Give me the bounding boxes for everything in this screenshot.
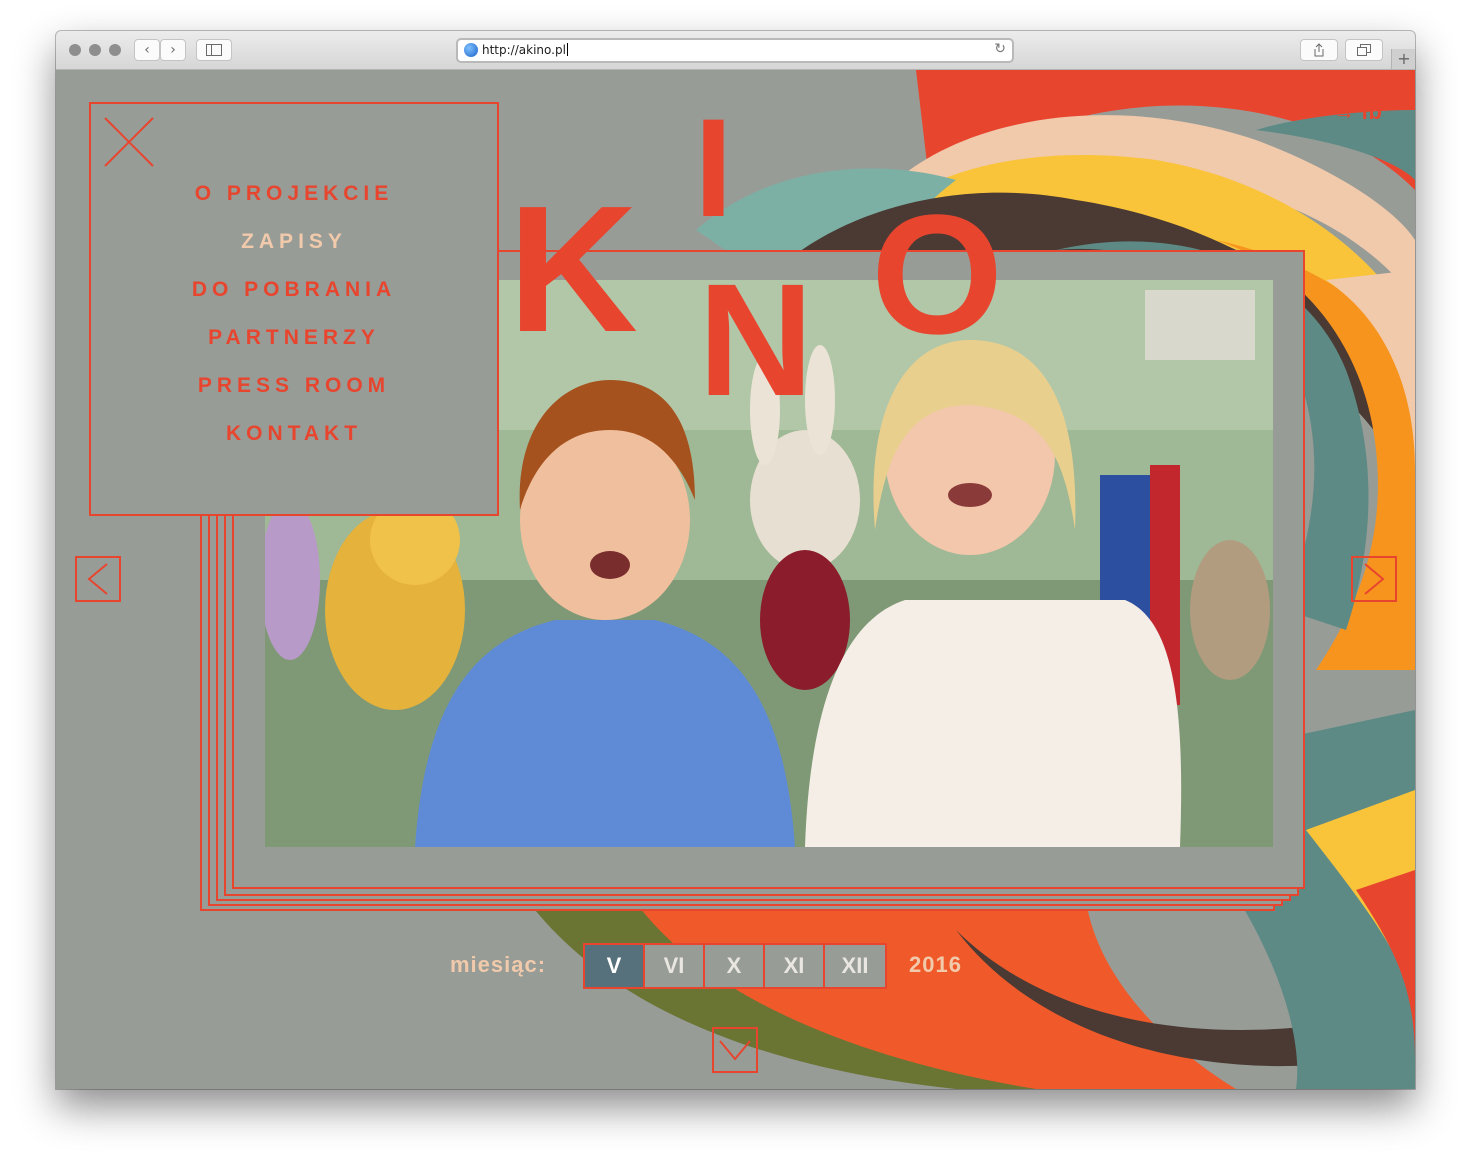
prev-slide-button[interactable] xyxy=(75,556,121,602)
text-caret xyxy=(566,43,568,56)
browser-window: ‹ › http://akino.pl ↻ + K I N O O PROJEK… xyxy=(56,31,1415,1089)
share-icon xyxy=(1314,43,1324,57)
reload-icon[interactable]: ↻ xyxy=(994,41,1006,57)
sidebar-icon xyxy=(206,44,222,56)
month-vi[interactable]: VI xyxy=(645,945,705,987)
menu-item-kontakt[interactable]: KONTAKT xyxy=(91,414,497,462)
share-button[interactable] xyxy=(1300,39,1338,61)
chevron-down-icon xyxy=(719,1040,751,1061)
main-menu-panel: O PROJEKCIE ZAPISY DO POBRANIA PARTNERZY… xyxy=(89,102,499,516)
sidebar-button[interactable] xyxy=(196,39,232,61)
month-selector: V VI X XI XII xyxy=(583,943,887,989)
chevron-left-icon: ‹ xyxy=(144,42,150,58)
menu-item-partnerzy[interactable]: PARTNERZY xyxy=(91,318,497,366)
tabs-icon xyxy=(1357,44,1371,56)
forward-button[interactable]: › xyxy=(160,39,186,61)
menu-item-press-room[interactable]: PRESS ROOM xyxy=(91,366,497,414)
zoom-window-button[interactable] xyxy=(109,44,121,56)
month-v[interactable]: V xyxy=(585,945,645,987)
logo-letter-i: I xyxy=(694,89,733,246)
back-button[interactable]: ‹ xyxy=(134,39,160,61)
logo-letter-k: K xyxy=(508,169,638,370)
facebook-link[interactable]: → fb xyxy=(1333,99,1382,125)
month-xii[interactable]: XII xyxy=(825,945,885,987)
close-icon xyxy=(104,117,154,167)
webpage: K I N O O PROJEKCIE ZAPISY DO POBRANIA P… xyxy=(56,70,1415,1089)
new-tab-button[interactable]: + xyxy=(1391,49,1415,69)
logo-letter-n: N xyxy=(698,250,814,429)
logo-letter-o: O xyxy=(871,180,1004,370)
chevron-left-icon xyxy=(87,563,108,595)
url-text[interactable]: http://akino.pl xyxy=(482,43,568,57)
minimize-window-button[interactable] xyxy=(89,44,101,56)
address-bar[interactable]: http://akino.pl ↻ xyxy=(456,38,1014,63)
next-slide-button[interactable] xyxy=(1351,556,1397,602)
tabs-overview-button[interactable] xyxy=(1345,39,1383,61)
url-value: http://akino.pl xyxy=(482,43,566,57)
menu-item-do-pobrania[interactable]: DO POBRANIA xyxy=(91,270,497,318)
close-menu-button[interactable] xyxy=(103,116,155,168)
month-xi[interactable]: XI xyxy=(765,945,825,987)
menu-list: O PROJEKCIE ZAPISY DO POBRANIA PARTNERZY… xyxy=(91,174,497,462)
year-label: 2016 xyxy=(909,952,962,977)
chevron-right-icon xyxy=(1364,563,1385,595)
menu-item-zapisy[interactable]: ZAPISY xyxy=(91,222,497,270)
menu-item-o-projekcie[interactable]: O PROJEKCIE xyxy=(91,174,497,222)
plus-icon: + xyxy=(1397,49,1411,68)
scroll-down-button[interactable] xyxy=(712,1027,758,1073)
globe-icon xyxy=(464,43,478,57)
month-label: miesiąc: xyxy=(450,952,547,977)
browser-toolbar: ‹ › http://akino.pl ↻ + xyxy=(56,31,1415,70)
month-x[interactable]: X xyxy=(705,945,765,987)
close-window-button[interactable] xyxy=(69,44,81,56)
chevron-right-icon: › xyxy=(170,42,176,58)
